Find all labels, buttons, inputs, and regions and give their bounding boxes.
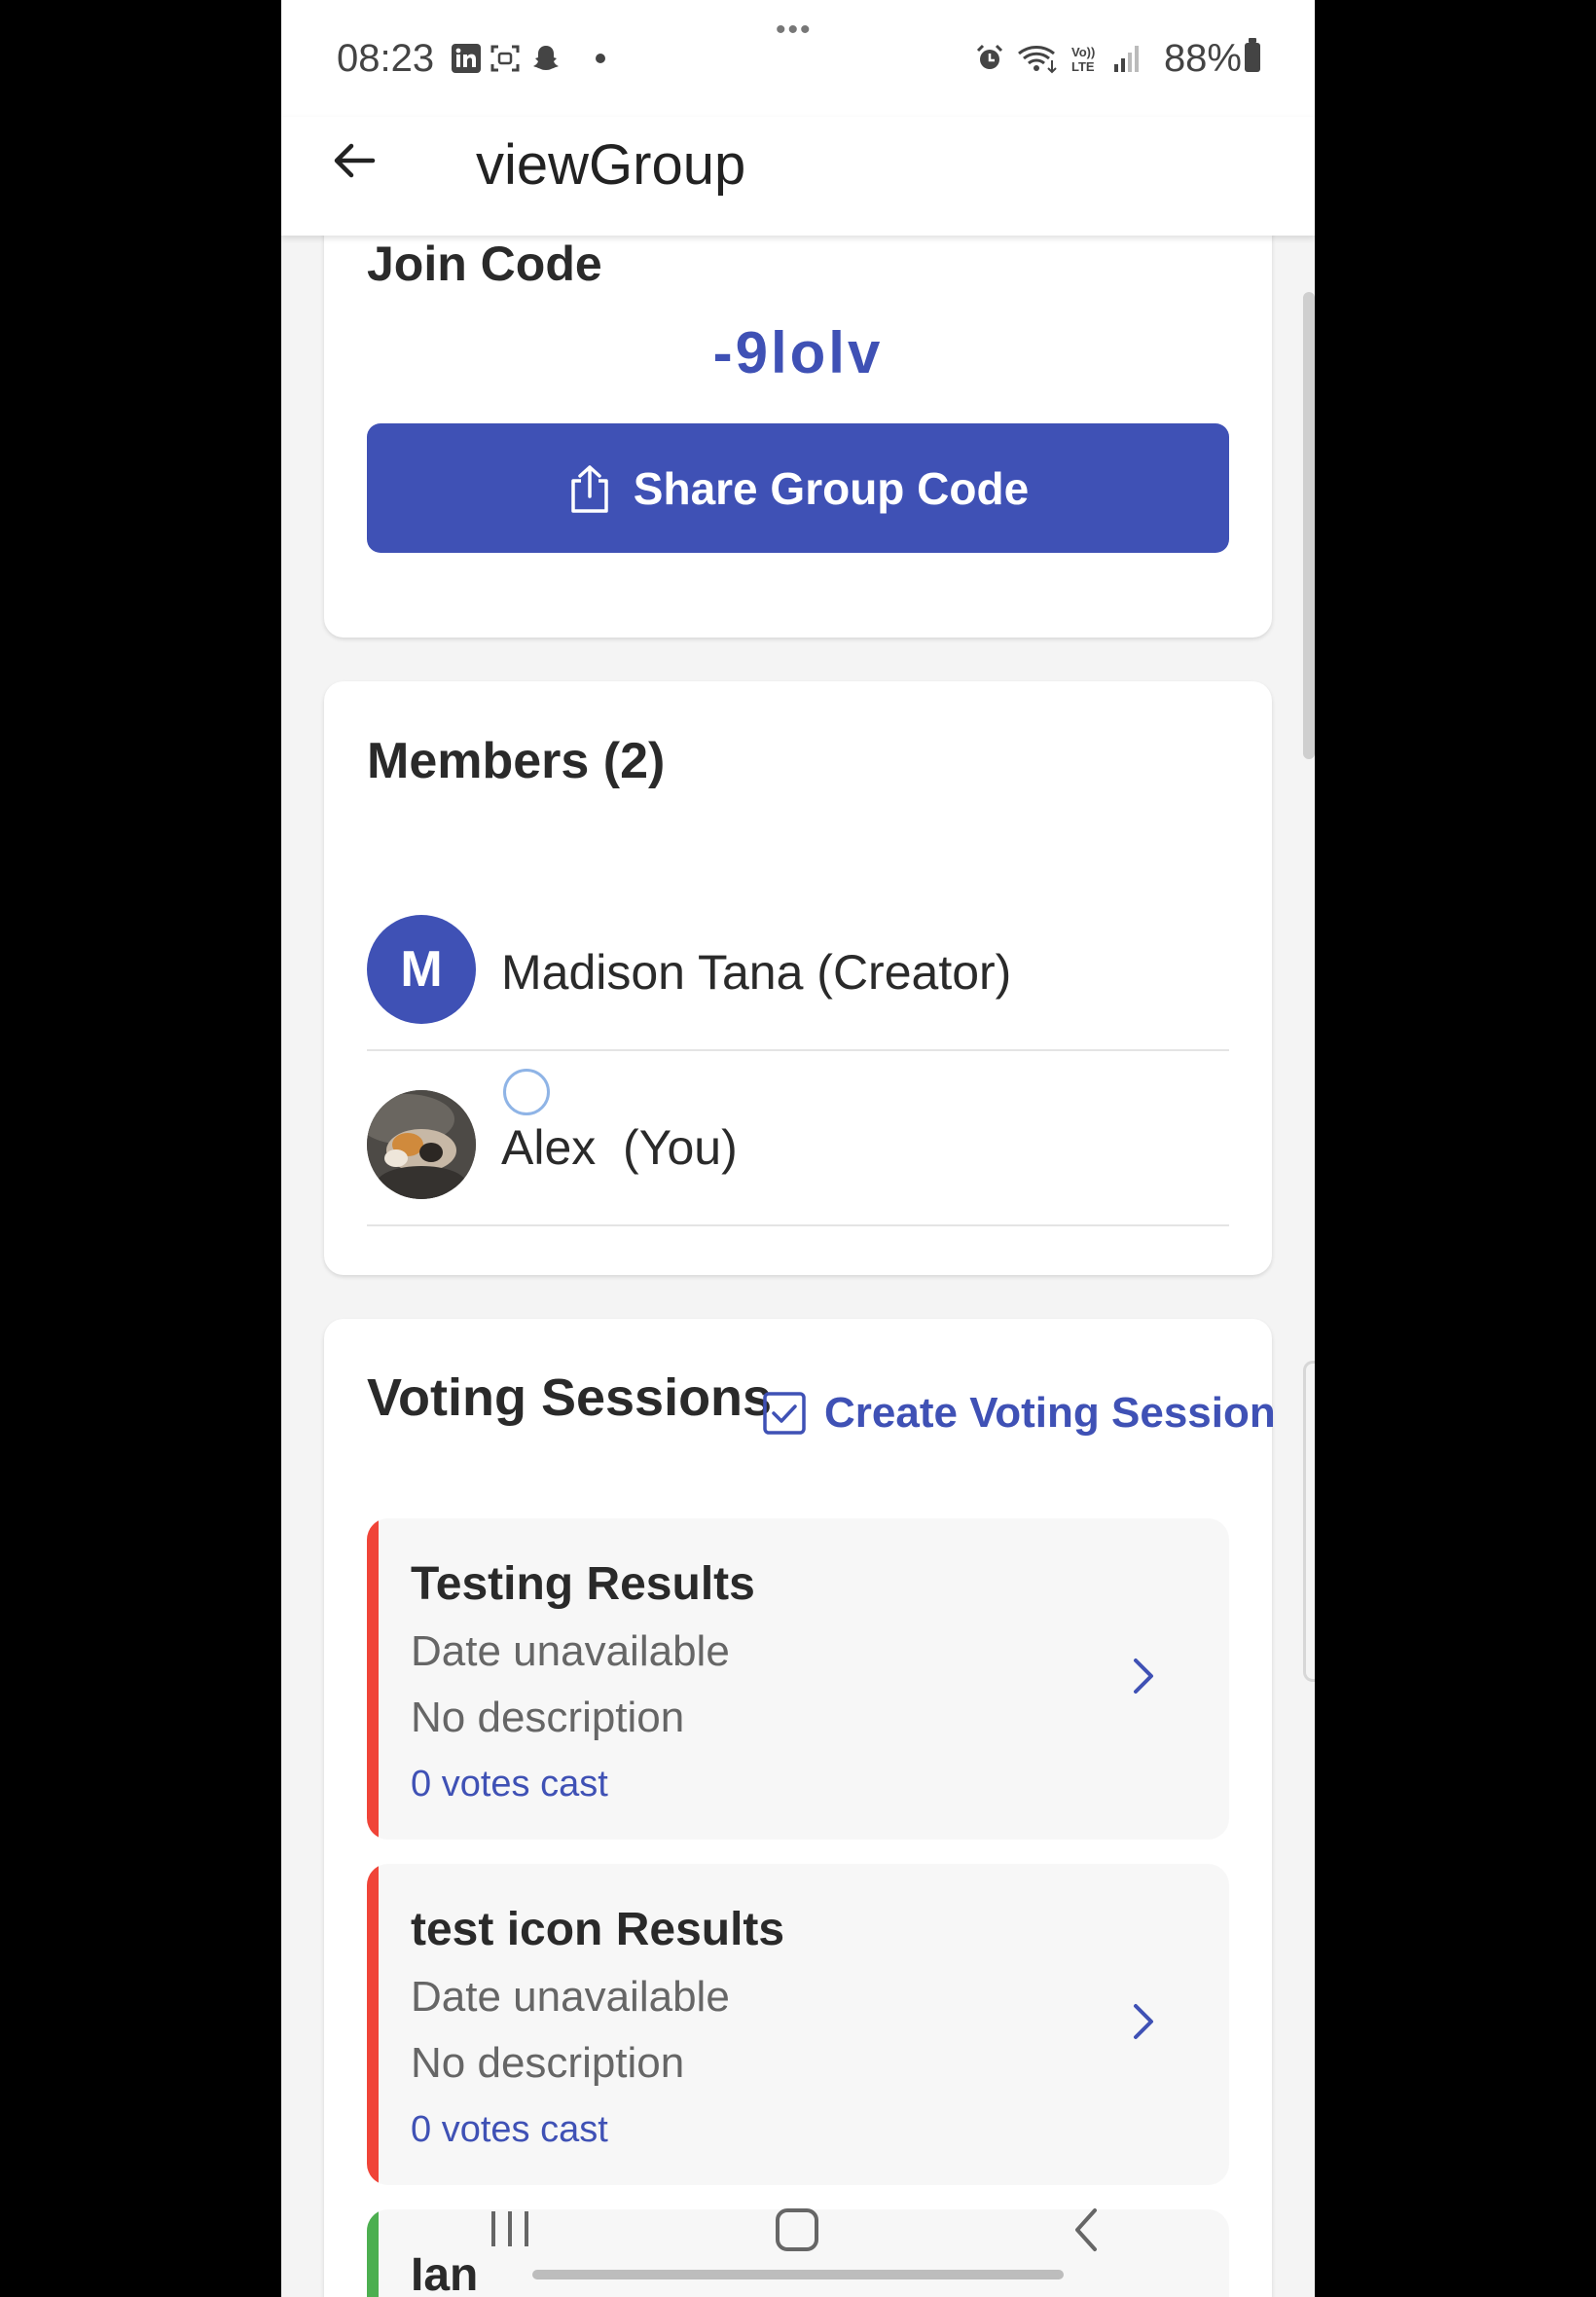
share-group-code-button[interactable]: Share Group Code	[367, 423, 1229, 553]
recents-icon[interactable]	[486, 2209, 534, 2248]
voting-session-item[interactable]: Testing Results Date unavailable No desc…	[367, 1518, 1229, 1840]
session-date: Date unavailable	[411, 1627, 730, 1675]
members-title: Members (2)	[367, 733, 666, 789]
signal-icon	[1114, 46, 1139, 72]
session-votes: 0 votes cast	[411, 1764, 608, 1805]
nav-back-icon[interactable]	[1071, 2206, 1101, 2253]
window-handle-icon[interactable]: •••	[776, 14, 813, 47]
app-bar: viewGroup	[281, 117, 1315, 236]
join-code-value: -9lolv	[712, 320, 884, 385]
chevron-right-icon[interactable]	[1126, 1653, 1161, 1699]
members-card: Members (2) M Madison Tana (Creator) Ale…	[324, 681, 1272, 1275]
battery-percent: 88%	[1163, 37, 1242, 80]
volte-icon: Vo)) LTE	[1071, 45, 1095, 74]
loading-indicator	[503, 1069, 550, 1115]
gesture-bar[interactable]	[532, 2270, 1064, 2279]
svg-text:Vo)): Vo))	[1071, 45, 1095, 59]
voting-session-item[interactable]: test icon Results Date unavailable No de…	[367, 1864, 1229, 2185]
member-name: Alex (You)	[501, 1120, 738, 1175]
session-description: No description	[411, 1694, 685, 1741]
back-arrow-icon[interactable]	[330, 136, 379, 185]
session-title: Testing Results	[411, 1558, 755, 1610]
session-status-bar	[367, 1864, 379, 2185]
member-row[interactable]: M Madison Tana (Creator)	[367, 876, 1229, 1051]
screen-record-icon	[490, 45, 520, 72]
session-date: Date unavailable	[411, 1973, 730, 2021]
home-icon[interactable]	[776, 2208, 818, 2251]
svg-text:LTE: LTE	[1071, 59, 1095, 74]
voting-sessions-title: Voting Sessions	[367, 1368, 773, 1427]
chevron-right-icon[interactable]	[1126, 1998, 1161, 2045]
snapchat-icon	[533, 46, 559, 70]
phone-screen: ••• 08:23 Vo)) LTE 88% viewGroup Join Co…	[281, 0, 1315, 2297]
share-icon	[571, 464, 608, 513]
voting-sessions-card: Voting Sessions Create Voting Session Te…	[324, 1319, 1276, 2297]
battery-icon	[1245, 38, 1260, 72]
cat-photo	[367, 1090, 476, 1199]
scrollbar-thumb[interactable]	[1303, 292, 1315, 759]
wifi-icon	[1018, 46, 1057, 74]
dot-icon	[596, 54, 605, 63]
session-description: No description	[411, 2039, 685, 2087]
join-code-card: Join Code -9lolv Share Group Code	[324, 165, 1272, 638]
status-bar: ••• 08:23 Vo)) LTE 88%	[281, 0, 1315, 117]
edge-panel-handle[interactable]	[1303, 1361, 1315, 1682]
page-title: viewGroup	[476, 133, 746, 197]
member-row[interactable]: Alex (You)	[367, 1051, 1229, 1226]
system-nav-bar	[281, 2195, 1315, 2297]
join-code-title: Join Code	[367, 237, 602, 291]
alarm-icon	[976, 44, 1003, 69]
member-name: Madison Tana (Creator)	[501, 945, 1012, 1000]
session-status-bar	[367, 1518, 379, 1840]
session-votes: 0 votes cast	[411, 2109, 608, 2150]
linkedin-icon	[452, 44, 481, 73]
avatar: M	[367, 915, 476, 1024]
share-button-label: Share Group Code	[633, 462, 1030, 514]
status-time: 08:23	[337, 37, 435, 80]
create-voting-session-button[interactable]: Create Voting Session	[762, 1389, 1276, 1438]
session-title: test icon Results	[411, 1904, 785, 1955]
create-voting-session-label: Create Voting Session	[824, 1389, 1276, 1437]
avatar	[367, 1090, 476, 1199]
checkbox-icon	[763, 1392, 806, 1435]
